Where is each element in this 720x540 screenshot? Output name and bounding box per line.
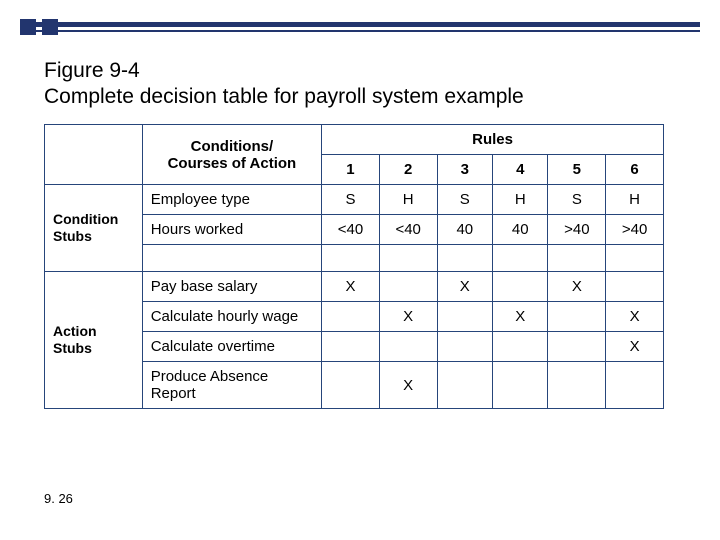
action-value (548, 332, 606, 362)
condition-value: H (493, 185, 548, 215)
action-value (606, 362, 664, 409)
action-value (548, 362, 606, 409)
rule-number: 4 (493, 155, 548, 185)
action-label: Pay base salary (142, 272, 321, 302)
figure-number: Figure 9-4 (44, 59, 140, 82)
page-number: 9. 26 (44, 491, 73, 506)
condition-value: >40 (548, 215, 606, 245)
rules-header: Rules (322, 125, 664, 155)
condition-value: <40 (322, 215, 380, 245)
action-value (493, 272, 548, 302)
table-row: Condition Stubs Employee type S H S H S … (45, 185, 664, 215)
action-value: X (322, 272, 380, 302)
condition-value: <40 (379, 215, 437, 245)
action-label: Calculate hourly wage (142, 302, 321, 332)
action-value (322, 332, 380, 362)
condition-stubs-label: Condition Stubs (45, 185, 143, 272)
action-value (322, 302, 380, 332)
action-value (322, 362, 380, 409)
action-value: X (437, 272, 492, 302)
action-value: X (548, 272, 606, 302)
conditions-header: Conditions/ Courses of Action (142, 125, 321, 185)
action-label: Calculate overtime (142, 332, 321, 362)
action-label: Produce Absence Report (142, 362, 321, 409)
condition-value: 40 (437, 215, 492, 245)
action-value (437, 362, 492, 409)
action-value (548, 302, 606, 332)
condition-value: S (548, 185, 606, 215)
action-value: X (379, 362, 437, 409)
condition-value: S (437, 185, 492, 215)
rule-number: 1 (322, 155, 380, 185)
rule-number: 2 (379, 155, 437, 185)
condition-value: H (379, 185, 437, 215)
rule-number: 5 (548, 155, 606, 185)
action-value (379, 332, 437, 362)
condition-label: Hours worked (142, 215, 321, 245)
action-value (493, 362, 548, 409)
decision-table: Conditions/ Courses of Action Rules 1 2 … (44, 124, 664, 409)
action-value: X (379, 302, 437, 332)
action-value: X (606, 302, 664, 332)
action-value (379, 272, 437, 302)
action-stubs-label: Action Stubs (45, 272, 143, 409)
condition-value: S (322, 185, 380, 215)
stub-header-blank (45, 125, 143, 185)
action-value (437, 302, 492, 332)
action-value (493, 332, 548, 362)
figure-title: Complete decision table for payroll syst… (44, 85, 524, 108)
figure-caption: Figure 9-4 Complete decision table for p… (44, 58, 524, 111)
table-row: Action Stubs Pay base salary X X X (45, 272, 664, 302)
condition-value: >40 (606, 215, 664, 245)
action-value: X (606, 332, 664, 362)
condition-value: H (606, 185, 664, 215)
slide-top-accent (0, 22, 720, 40)
action-value (606, 272, 664, 302)
action-value: X (493, 302, 548, 332)
rule-number: 6 (606, 155, 664, 185)
condition-value: 40 (493, 215, 548, 245)
rule-number: 3 (437, 155, 492, 185)
condition-label: Employee type (142, 185, 321, 215)
action-value (437, 332, 492, 362)
